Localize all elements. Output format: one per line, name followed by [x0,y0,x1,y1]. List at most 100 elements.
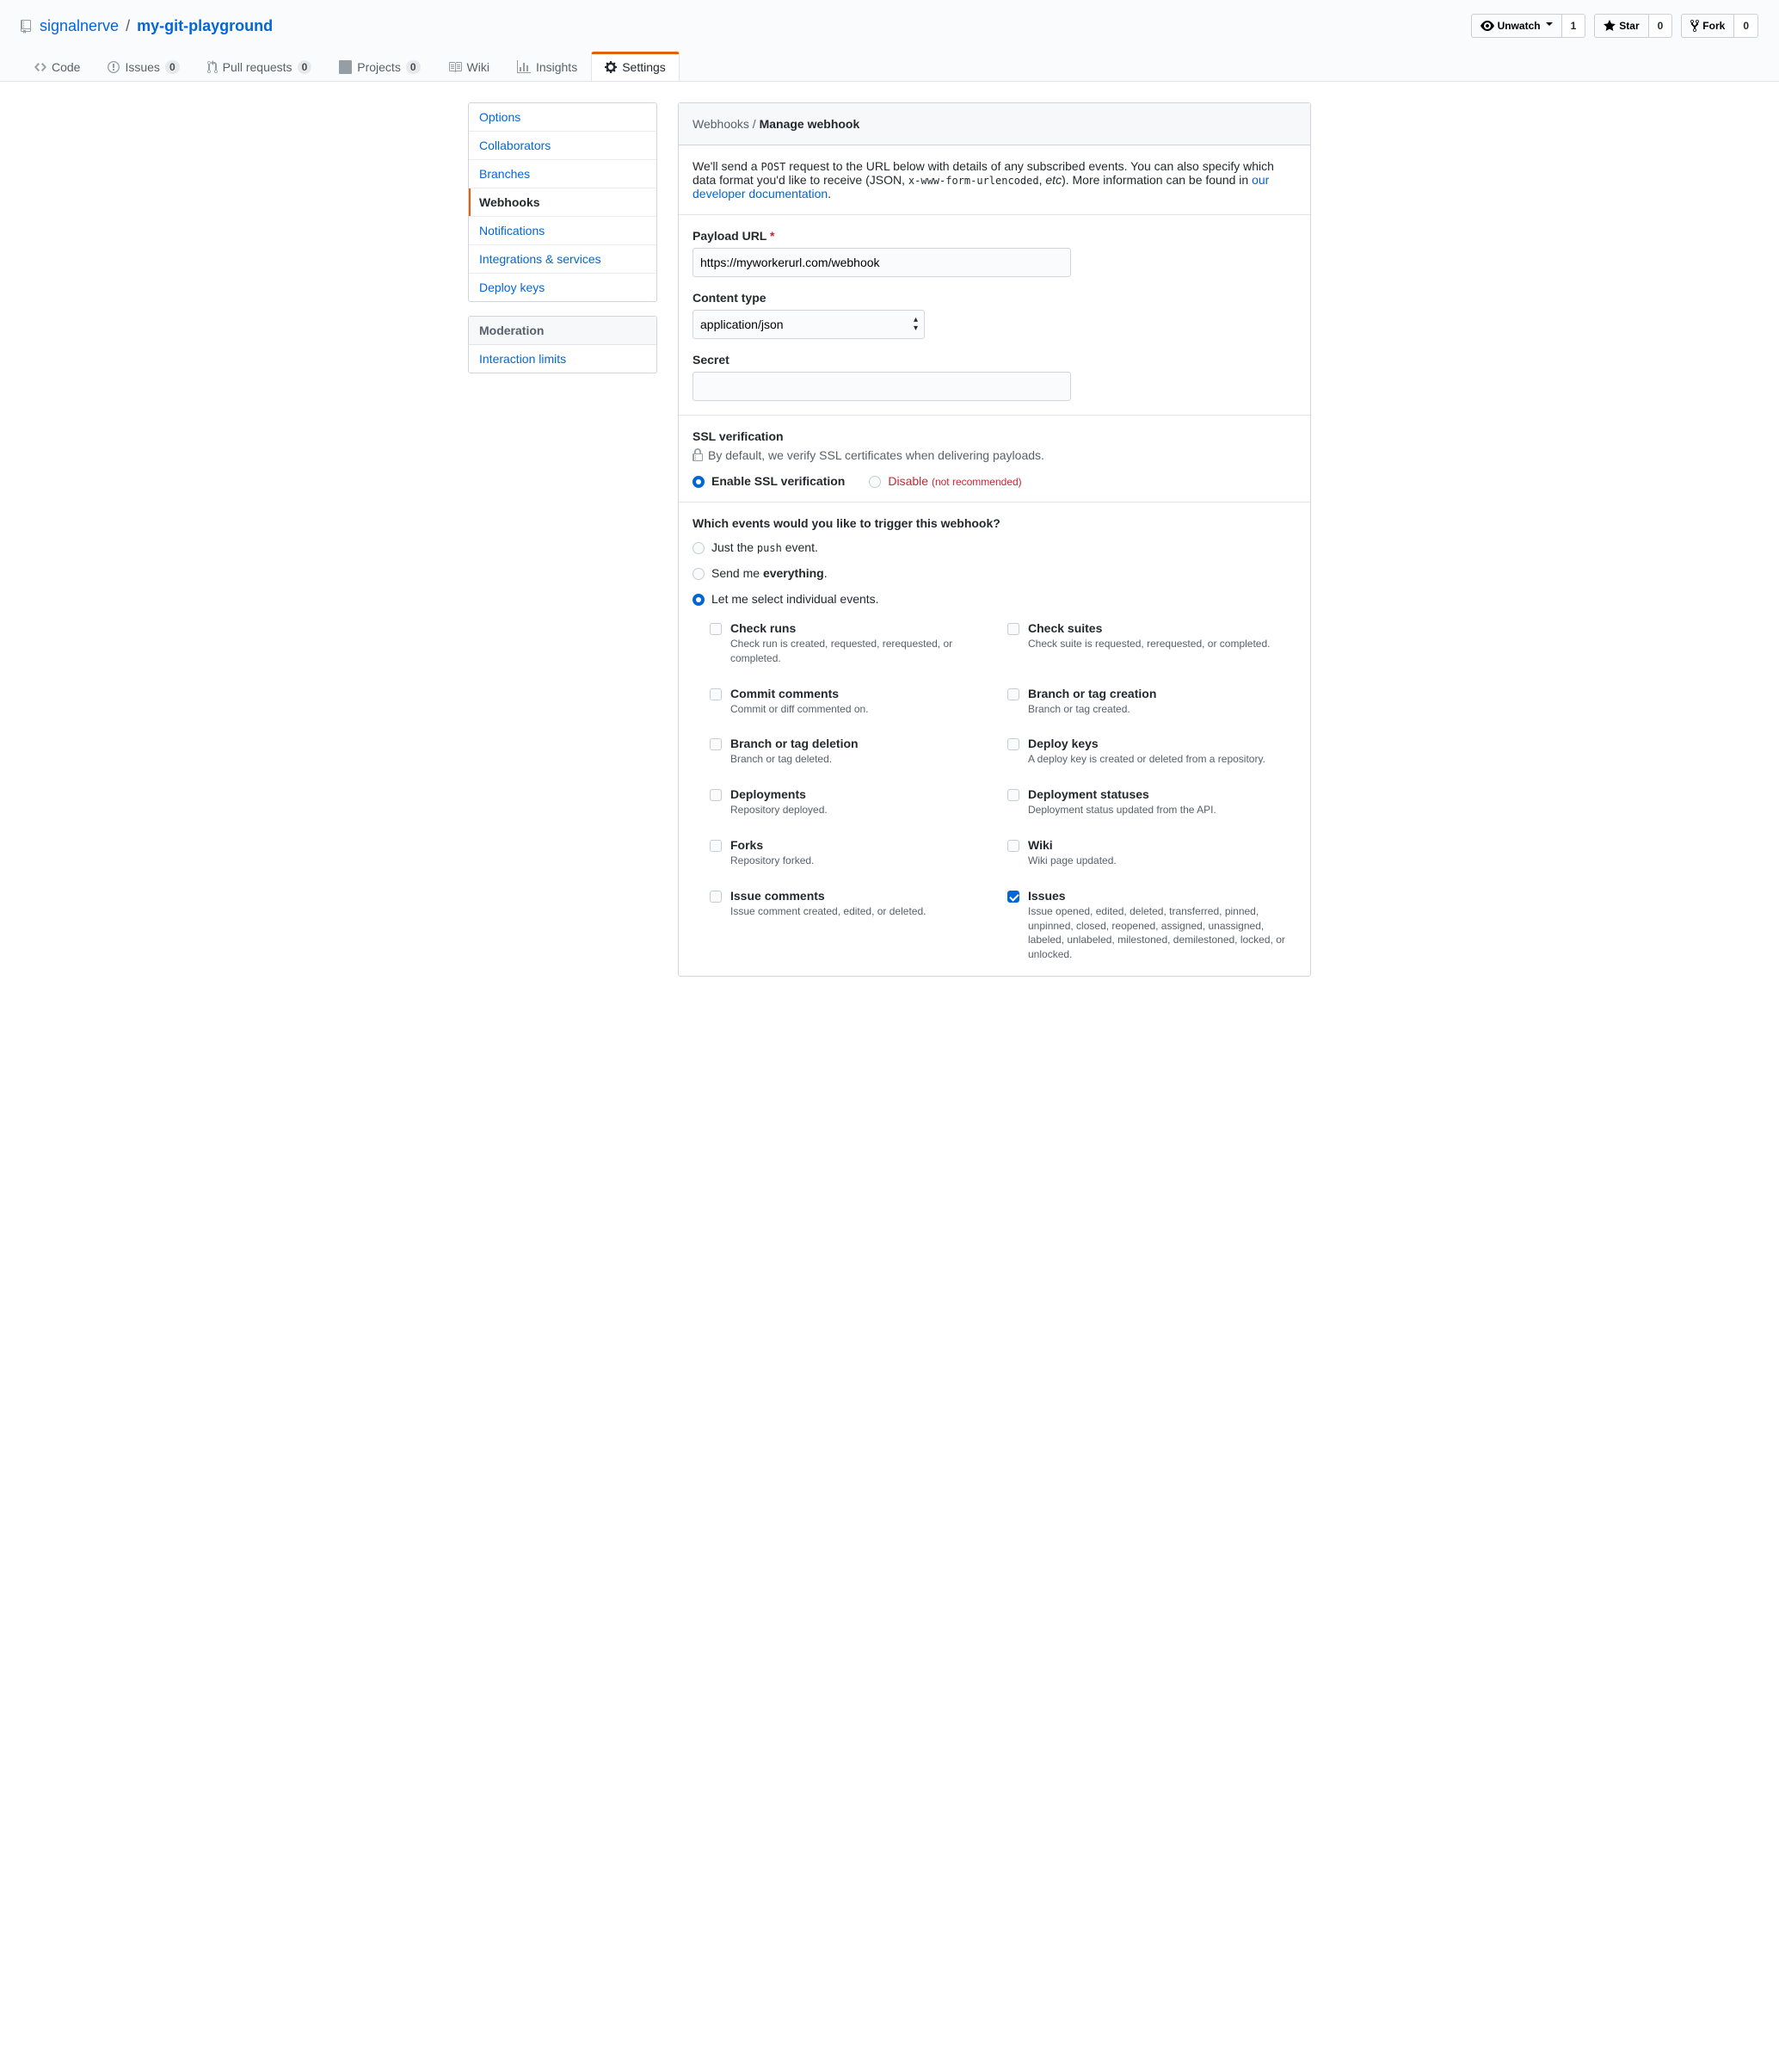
repo-name-link[interactable]: my-git-playground [137,17,273,34]
payload-url-input[interactable] [693,248,1071,277]
secret-input[interactable] [693,372,1071,401]
fork-icon [1690,19,1699,33]
caret-down-icon [1546,22,1553,29]
event-desc: Branch or tag created. [1028,702,1156,717]
unwatch-button[interactable]: Unwatch [1471,14,1562,38]
ssl-note-text: By default, we verify SSL certificates w… [708,448,1044,462]
breadcrumb: Webhooks / Manage webhook [693,117,1296,131]
event-item[interactable]: Check runs Check run is created, requeste… [710,621,999,666]
event-item[interactable]: Commit commentsCommit or diff commented … [710,687,999,717]
event-title: Issue comments [730,889,926,903]
star-count[interactable]: 0 [1649,14,1673,38]
event-title: Check suites [1028,621,1270,635]
sidebar-item-deploy-keys[interactable]: Deploy keys [469,274,656,301]
repo-icon [21,20,34,34]
event-desc: Commit or diff commented on. [730,702,869,717]
events-everything-radio[interactable] [693,568,705,580]
sidebar-item-webhooks[interactable]: Webhooks [469,188,656,217]
event-desc: Check run is created, requested, rereque… [730,637,999,666]
event-checkbox[interactable] [1007,623,1019,635]
events-option-individual[interactable]: Let me select individual events. [693,592,1296,606]
breadcrumb-parent: Webhooks [693,117,749,131]
code-icon [34,60,46,74]
event-checkbox[interactable] [710,789,722,801]
event-item[interactable]: Deploy keysA deploy key is created or de… [1007,737,1296,767]
lock-icon [693,448,703,462]
repo-owner-link[interactable]: signalnerve [40,17,119,35]
event-checkbox[interactable] [710,623,722,635]
event-title: Deploy keys [1028,737,1265,750]
ssl-enable-option[interactable]: Enable SSL verification [693,474,845,488]
star-icon [1604,19,1616,33]
sidebar-item-branches[interactable]: Branches [469,160,656,188]
graph-icon [517,60,531,74]
ssl-enable-radio[interactable] [693,476,705,488]
fork-button[interactable]: Fork [1681,14,1734,38]
main-content: Webhooks / Manage webhook We'll send a P… [678,102,1311,977]
content-type-label: Content type [693,291,1296,305]
event-title: Issues [1028,889,1296,903]
events-option-everything[interactable]: Send me everything. [693,566,1296,580]
event-checkbox[interactable] [710,891,722,903]
repo-nav: Code Issues 0 Pull requests 0 Projects 0… [21,52,1758,81]
repo-title: signalnerve / my-git-playground [21,17,273,35]
issues-count: 0 [165,60,180,74]
tab-insights[interactable]: Insights [503,52,591,81]
sidebar-item-interaction-limits[interactable]: Interaction limits [469,345,656,373]
events-heading: Which events would you like to trigger t… [693,516,1296,530]
fork-count[interactable]: 0 [1734,14,1758,38]
event-item[interactable]: Branch or tag deletionBranch or tag dele… [710,737,999,767]
tab-settings-label: Settings [622,60,666,74]
pulls-count: 0 [298,60,312,74]
event-checkbox[interactable] [710,840,722,852]
ssl-disable-radio[interactable] [869,476,881,488]
event-checkbox[interactable] [1007,738,1019,750]
event-title: Check runs [730,621,999,635]
sidebar-item-integrations[interactable]: Integrations & services [469,245,656,274]
events-push-radio[interactable] [693,542,705,554]
watch-count[interactable]: 1 [1562,14,1586,38]
sidebar-item-collaborators[interactable]: Collaborators [469,132,656,160]
ssl-disable-option[interactable]: Disable (not recommended) [869,474,1021,488]
events-option-push[interactable]: Just the push event. [693,540,1296,554]
gear-icon [605,60,617,74]
events-push-label: Just the push event. [711,540,818,554]
event-item[interactable]: Branch or tag creationBranch or tag crea… [1007,687,1296,717]
event-item[interactable]: Deployment statusesDeployment status upd… [1007,787,1296,817]
event-title: Deployments [730,787,828,801]
sidebar-item-options[interactable]: Options [469,103,656,132]
event-checkbox[interactable] [1007,891,1019,903]
tab-projects-label: Projects [357,60,401,74]
event-checkbox[interactable] [710,738,722,750]
event-item[interactable]: IssuesIssue opened, edited, deleted, tra… [1007,889,1296,962]
tab-projects[interactable]: Projects 0 [325,52,434,81]
events-everything-label: Send me everything. [711,566,828,580]
star-label: Star [1619,17,1639,34]
event-item[interactable]: Issue commentsIssue comment created, edi… [710,889,999,962]
tab-settings[interactable]: Settings [591,52,680,81]
star-button[interactable]: Star [1594,14,1648,38]
event-item[interactable]: WikiWiki page updated. [1007,838,1296,868]
content-type-select[interactable]: application/json [693,310,925,339]
tab-code[interactable]: Code [21,52,94,81]
event-checkbox[interactable] [710,688,722,700]
tab-wiki[interactable]: Wiki [434,52,503,81]
events-individual-label: Let me select individual events. [711,592,879,606]
event-checkbox[interactable] [1007,688,1019,700]
project-icon [339,60,352,74]
event-item[interactable]: Check suitesCheck suite is requested, re… [1007,621,1296,666]
event-checkbox[interactable] [1007,789,1019,801]
eye-icon [1480,19,1494,33]
event-item[interactable]: ForksRepository forked. [710,838,999,868]
event-desc: Repository forked. [730,854,814,868]
sidebar-item-notifications[interactable]: Notifications [469,217,656,245]
events-individual-radio[interactable] [693,594,705,606]
tab-pulls[interactable]: Pull requests 0 [194,52,326,81]
event-item[interactable]: DeploymentsRepository deployed. [710,787,999,817]
repo-separator: / [126,17,130,35]
tab-issues[interactable]: Issues 0 [94,52,193,81]
settings-menu: Options Collaborators Branches Webhooks … [468,102,657,302]
repo-actions: Unwatch 1 Star 0 Fork 0 [1471,14,1758,38]
event-checkbox[interactable] [1007,840,1019,852]
ssl-disable-label: Disable [888,474,928,488]
